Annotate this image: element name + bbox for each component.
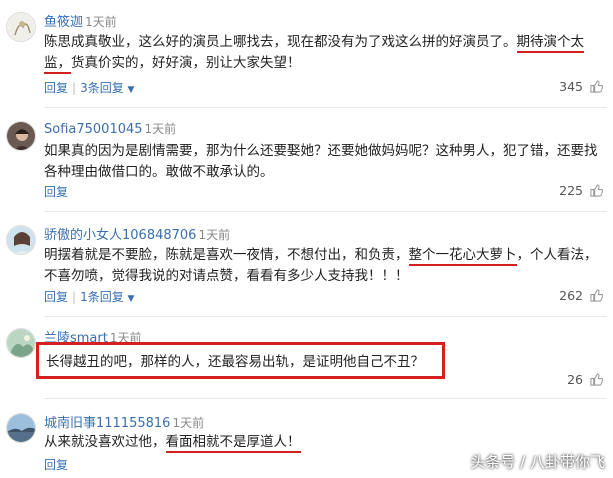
comment-text: 陈思成真敬业，这么好的演员上哪找去，现在都没有为了戏这么拼的好演员了。期待演个太…: [44, 32, 604, 74]
reply-button[interactable]: 回复: [44, 458, 68, 472]
like-button[interactable]: 225: [559, 183, 603, 198]
thumbs-up-icon: [590, 289, 603, 302]
username[interactable]: 鱼筱迦 1天前: [44, 11, 117, 30]
timestamp: 1天前: [85, 15, 117, 29]
highlighted-phrase: 整个一花心大萝卜: [408, 247, 517, 266]
highlight-box: [36, 342, 445, 379]
watermark: 头条号 / 八卦带你飞: [470, 453, 605, 471]
avatar[interactable]: [6, 328, 36, 358]
divider: [44, 211, 607, 212]
divider: [44, 107, 607, 108]
avatar[interactable]: [6, 225, 36, 255]
view-replies-button[interactable]: 3条回复 ▼: [80, 81, 134, 95]
chevron-down-icon: ▼: [127, 85, 135, 95]
comment-text: 明摆着就是不要脸，陈就是喜欢一夜情，不想付出，和负责，整个一花心大萝卜，个人看法…: [44, 247, 598, 284]
timestamp: 1天前: [172, 416, 205, 430]
like-count: 225: [559, 183, 584, 198]
like-count: 26: [567, 372, 584, 387]
thumbs-up-icon: [590, 373, 603, 386]
username[interactable]: 城南旧事111155816 1天前: [44, 412, 204, 431]
reply-button[interactable]: 回复: [44, 290, 68, 304]
like-count: 262: [559, 288, 584, 303]
comment-text: 如果真的因为是剧情需要，那为什么还要娶她？还要她做妈妈呢？这种男人，犯了错，还要…: [44, 143, 598, 180]
avatar[interactable]: [6, 12, 36, 42]
chevron-down-icon: ▼: [127, 294, 135, 304]
avatar[interactable]: [6, 413, 36, 443]
reply-button[interactable]: 回复: [44, 185, 68, 199]
timestamp: 1天前: [144, 122, 177, 136]
reply-button[interactable]: 回复: [44, 81, 68, 95]
view-replies-button[interactable]: 1条回复 ▼: [80, 290, 134, 304]
timestamp: 1天前: [198, 228, 231, 242]
username[interactable]: 骄傲的小女人106848706 1天前: [44, 224, 230, 243]
comment-text: 从来就没喜欢过他，看面相就不是厚道人！: [44, 432, 604, 453]
username[interactable]: Sofia75001045 1天前: [44, 120, 176, 137]
divider: [44, 398, 607, 399]
like-count: 345: [559, 79, 584, 94]
like-button[interactable]: 262: [559, 288, 603, 303]
highlighted-phrase: 看面相就不是厚道人！: [165, 434, 301, 453]
thumbs-up-icon: [590, 80, 603, 93]
avatar[interactable]: [6, 121, 36, 151]
divider: [44, 316, 607, 317]
like-button[interactable]: 26: [567, 372, 603, 387]
thumbs-up-icon: [590, 184, 603, 197]
like-button[interactable]: 345: [559, 79, 603, 94]
